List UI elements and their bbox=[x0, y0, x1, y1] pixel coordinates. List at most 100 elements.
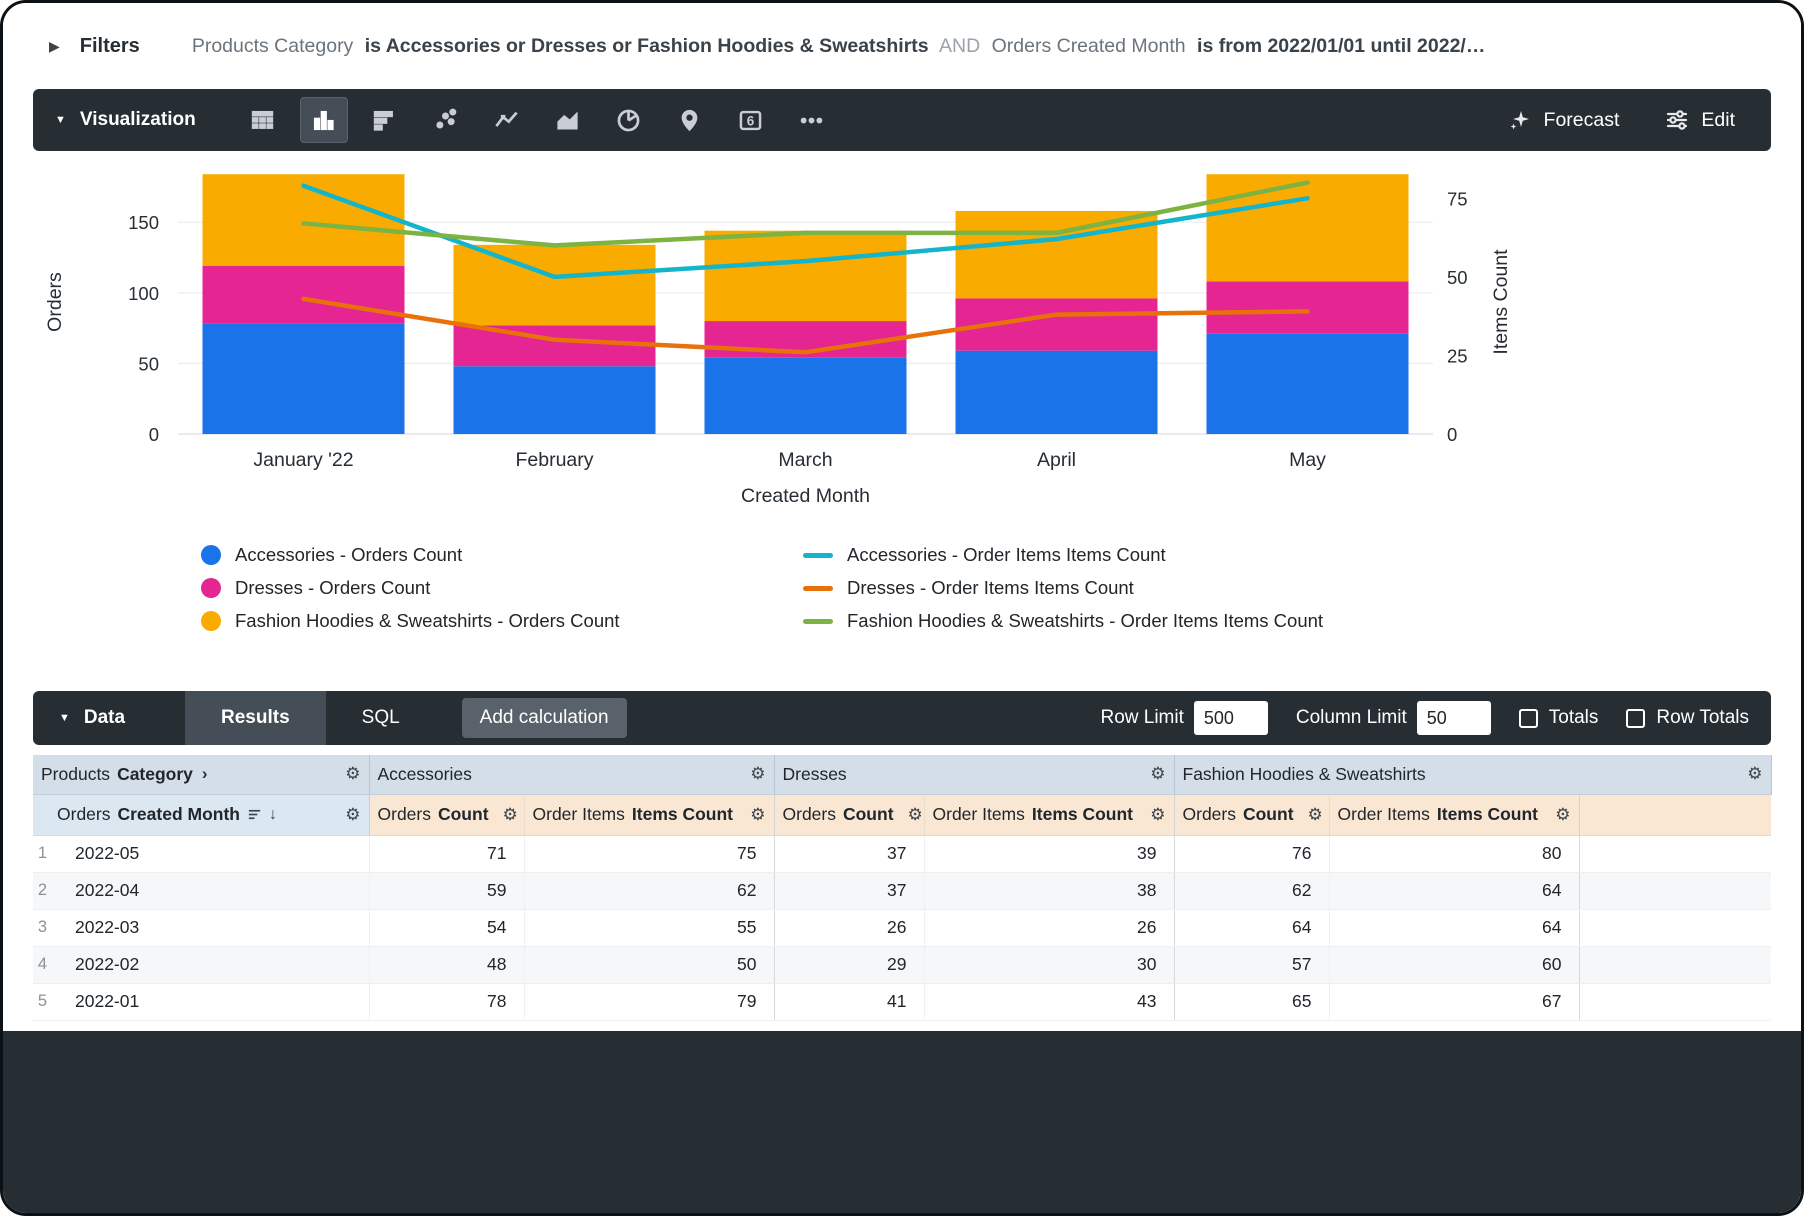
cell-value[interactable]: 65 bbox=[1174, 983, 1329, 1020]
cell-value[interactable]: 26 bbox=[774, 909, 924, 946]
measure-header-orders-count[interactable]: OrdersCount⚙ bbox=[774, 794, 924, 835]
pivot-header-accessories[interactable]: Accessories⚙ bbox=[369, 755, 774, 794]
row-dimension-value[interactable]: 2022-02 bbox=[51, 946, 369, 983]
cell-value[interactable]: 37 bbox=[774, 872, 924, 909]
cell-value[interactable]: 57 bbox=[1174, 946, 1329, 983]
viz-type-line-chart-button[interactable] bbox=[484, 98, 530, 142]
cell-value[interactable]: 80 bbox=[1329, 835, 1579, 872]
cell-value[interactable]: 55 bbox=[524, 909, 774, 946]
column-header-products-category[interactable]: Products Category › ⚙ bbox=[33, 755, 369, 794]
column-header-orders-created-month[interactable]: Orders Created Month ↓ ⚙ bbox=[33, 794, 369, 835]
cell-value[interactable]: 38 bbox=[924, 872, 1174, 909]
bar-segment[interactable] bbox=[454, 366, 656, 434]
viz-type-area-chart-button[interactable] bbox=[545, 98, 591, 142]
cell-value[interactable]: 29 bbox=[774, 946, 924, 983]
gear-icon[interactable]: ⚙ bbox=[750, 764, 765, 784]
cell-value[interactable]: 39 bbox=[924, 835, 1174, 872]
sort-descending-icon[interactable]: ↓ bbox=[269, 806, 277, 824]
viz-type-pie-chart-button[interactable] bbox=[606, 98, 652, 142]
totals-checkbox[interactable]: Totals bbox=[1519, 707, 1599, 729]
legend-item[interactable]: Accessories - Order Items Items Count bbox=[803, 544, 1323, 566]
cell-value[interactable]: 76 bbox=[1174, 835, 1329, 872]
filters-section-label[interactable]: Filters bbox=[80, 35, 140, 58]
tab-results[interactable]: Results bbox=[185, 691, 326, 745]
bar-segment[interactable] bbox=[1207, 174, 1409, 281]
pivot-header-dresses[interactable]: Dresses⚙ bbox=[774, 755, 1174, 794]
row-dimension-value[interactable]: 2022-05 bbox=[51, 835, 369, 872]
viz-type-more-button[interactable] bbox=[789, 98, 835, 142]
cell-value[interactable]: 48 bbox=[369, 946, 524, 983]
cell-value[interactable]: 75 bbox=[524, 835, 774, 872]
measure-header-items-count[interactable]: Order ItemsItems Count⚙ bbox=[1329, 794, 1579, 835]
measure-header-orders-count[interactable]: OrdersCount⚙ bbox=[1174, 794, 1329, 835]
measure-header-items-count[interactable]: Order ItemsItems Count⚙ bbox=[924, 794, 1174, 835]
bar-segment[interactable] bbox=[1207, 334, 1409, 434]
legend-item[interactable]: Accessories - Orders Count bbox=[201, 544, 803, 566]
legend-item[interactable]: Dresses - Order Items Items Count bbox=[803, 577, 1323, 599]
cell-value[interactable]: 62 bbox=[1174, 872, 1329, 909]
legend-item[interactable]: Fashion Hoodies & Sweatshirts - Order It… bbox=[803, 610, 1323, 632]
cell-value[interactable]: 60 bbox=[1329, 946, 1579, 983]
gear-icon[interactable]: ⚙ bbox=[345, 805, 360, 825]
cell-value[interactable]: 30 bbox=[924, 946, 1174, 983]
cell-value[interactable]: 37 bbox=[774, 835, 924, 872]
cell-value[interactable]: 62 bbox=[524, 872, 774, 909]
bar-segment[interactable] bbox=[454, 325, 656, 366]
forecast-button[interactable]: Forecast bbox=[1508, 108, 1620, 132]
cell-value[interactable]: 64 bbox=[1174, 909, 1329, 946]
measure-header-items-count[interactable]: Order ItemsItems Count⚙ bbox=[524, 794, 774, 835]
legend-item[interactable]: Dresses - Orders Count bbox=[201, 577, 803, 599]
cell-value[interactable]: 78 bbox=[369, 983, 524, 1020]
field-menu-icon[interactable] bbox=[247, 807, 262, 822]
bar-segment[interactable] bbox=[956, 211, 1158, 299]
row-dimension-value[interactable]: 2022-01 bbox=[51, 983, 369, 1020]
cell-value[interactable]: 26 bbox=[924, 909, 1174, 946]
viz-type-single-value-button[interactable]: 6 bbox=[728, 98, 774, 142]
cell-value[interactable]: 54 bbox=[369, 909, 524, 946]
viz-type-column-chart-button[interactable] bbox=[301, 98, 347, 142]
gear-icon[interactable]: ⚙ bbox=[1308, 805, 1323, 825]
cell-value[interactable]: 64 bbox=[1329, 872, 1579, 909]
viz-type-map-button[interactable] bbox=[667, 98, 713, 142]
pivot-header-fashion-hoodies[interactable]: Fashion Hoodies & Sweatshirts⚙ bbox=[1174, 755, 1771, 794]
gear-icon[interactable]: ⚙ bbox=[1555, 805, 1570, 825]
measure-header-orders-count[interactable]: OrdersCount⚙ bbox=[369, 794, 524, 835]
gear-icon[interactable]: ⚙ bbox=[908, 805, 923, 825]
legend-item[interactable]: Fashion Hoodies & Sweatshirts - Orders C… bbox=[201, 610, 803, 632]
bar-segment[interactable] bbox=[203, 266, 405, 324]
add-calculation-button[interactable]: Add calculation bbox=[462, 698, 627, 738]
edit-button[interactable]: Edit bbox=[1665, 108, 1735, 132]
cell-value[interactable]: 67 bbox=[1329, 983, 1579, 1020]
gear-icon[interactable]: ⚙ bbox=[345, 764, 360, 784]
data-section-toggle[interactable]: ▼ Data bbox=[33, 707, 185, 729]
visualization-section-toggle[interactable]: ▼ Visualization bbox=[55, 109, 196, 131]
viz-type-table-button[interactable] bbox=[240, 98, 286, 142]
column-limit-input[interactable] bbox=[1417, 701, 1491, 735]
viz-type-scatter-button[interactable] bbox=[423, 98, 469, 142]
cell-value[interactable]: 79 bbox=[524, 983, 774, 1020]
row-dimension-value[interactable]: 2022-03 bbox=[51, 909, 369, 946]
viz-type-bar-chart-button[interactable] bbox=[362, 98, 408, 142]
cell-value[interactable]: 64 bbox=[1329, 909, 1579, 946]
bar-segment[interactable] bbox=[203, 324, 405, 434]
filters-expand-icon[interactable]: ▶ bbox=[49, 38, 60, 55]
bar-segment[interactable] bbox=[705, 231, 907, 321]
bar-segment[interactable] bbox=[1207, 282, 1409, 334]
gear-icon[interactable]: ⚙ bbox=[1150, 764, 1165, 784]
bar-segment[interactable] bbox=[956, 351, 1158, 434]
bar-segment[interactable] bbox=[454, 245, 656, 325]
gear-icon[interactable]: ⚙ bbox=[503, 805, 518, 825]
cell-value[interactable]: 71 bbox=[369, 835, 524, 872]
filter-summary[interactable]: Products Category is Accessories or Dres… bbox=[192, 35, 1492, 58]
row-dimension-value[interactable]: 2022-04 bbox=[51, 872, 369, 909]
row-totals-checkbox[interactable]: Row Totals bbox=[1626, 707, 1749, 729]
bar-segment[interactable] bbox=[705, 358, 907, 434]
gear-icon[interactable]: ⚙ bbox=[1150, 805, 1165, 825]
row-limit-input[interactable] bbox=[1194, 701, 1268, 735]
cell-value[interactable]: 50 bbox=[524, 946, 774, 983]
cell-value[interactable]: 59 bbox=[369, 872, 524, 909]
gear-icon[interactable]: ⚙ bbox=[1747, 764, 1762, 784]
gear-icon[interactable]: ⚙ bbox=[750, 805, 765, 825]
tab-sql[interactable]: SQL bbox=[326, 691, 436, 745]
cell-value[interactable]: 41 bbox=[774, 983, 924, 1020]
